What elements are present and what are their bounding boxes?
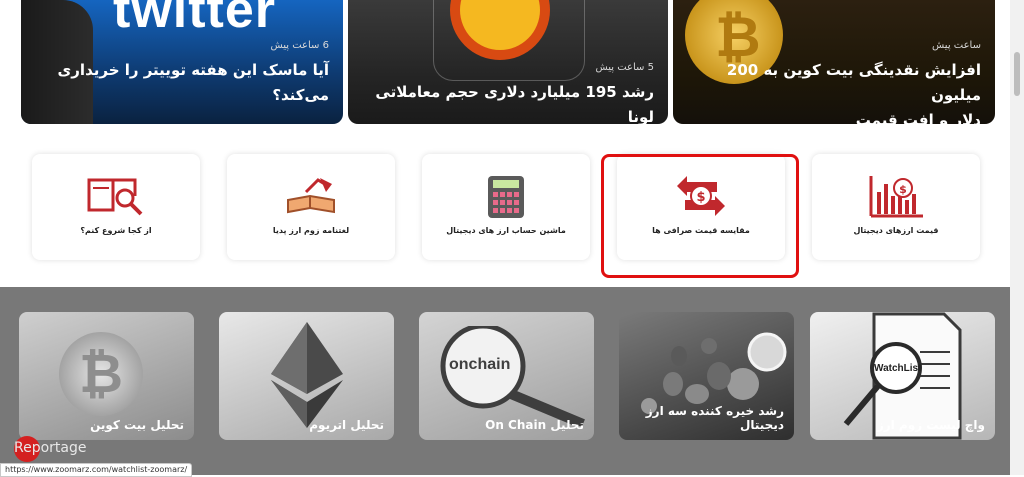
news-title: رشد 195 میلیارد دلاری حجم معاملاتی لونا <box>375 83 654 124</box>
analysis-label: تحلیل اتریوم <box>309 418 384 432</box>
analysis-card-onchain[interactable]: onchain تحلیل On Chain <box>419 312 594 440</box>
page-scrollbar[interactable] <box>1010 0 1024 475</box>
highlight-box <box>601 154 799 278</box>
analysis-label: رشد خیره کننده سه ارز دیجیتال <box>645 404 784 432</box>
scrollbar-thumb[interactable] <box>1014 52 1020 96</box>
analysis-label: واچ لیست زوم ارز <box>876 418 985 432</box>
svg-text:$: $ <box>899 183 907 196</box>
news-card-twitter[interactable]: twitter 6 ساعت پیش آیا ماسک این هفته توی… <box>21 0 343 124</box>
bitcoin-icon: ₿ <box>59 332 143 416</box>
glass-jar <box>433 0 585 81</box>
tool-card-calculator[interactable]: ماشین حساب ارز های دیجیتال <box>422 154 590 260</box>
analysis-label: تحلیل On Chain <box>485 418 584 432</box>
book-search-icon <box>85 174 147 220</box>
tool-label: ماشین حساب ارز های دیجیتال <box>446 226 566 235</box>
analysis-label: تحلیل بیت کوین <box>90 418 184 432</box>
price-chart-icon: $ <box>867 174 925 224</box>
analysis-card-bitcoin[interactable]: ₿ تحلیل بیت کوین <box>19 312 194 440</box>
tools-row: از کجا شروع کنم؟ لغتنامه زوم ارز پدیا ما… <box>0 140 1010 288</box>
tool-label: از کجا شروع کنم؟ <box>80 226 152 235</box>
tool-label: قیمت ارزهای دیجیتال <box>853 226 939 235</box>
calculator-icon <box>486 174 526 224</box>
tool-card-glossary[interactable]: لغتنامه زوم ارز پدیا <box>227 154 395 260</box>
twitter-background-word: twitter <box>113 0 276 39</box>
news-row: twitter 6 ساعت پیش آیا ماسک این هفته توی… <box>0 0 1010 132</box>
reportage-link[interactable]: Reportage <box>14 440 87 456</box>
lamp-book-icon <box>280 174 342 220</box>
analysis-card-ethereum[interactable]: تحلیل اتریوم <box>219 312 394 440</box>
ethereum-icon <box>267 318 347 434</box>
news-card-bitcoin[interactable]: ₿ ساعت پیش افزایش نقدینگی بیت کوین به 20… <box>673 0 995 124</box>
tool-label: لغتنامه زوم ارز پدیا <box>272 226 350 235</box>
watchlist-art-text: WatchList <box>874 363 922 374</box>
news-title: آیا ماسک این هفته توییتر را خریداری می‌ک… <box>57 61 329 104</box>
news-title: افزایش نقدینگی بیت کوین به 200 میلیون دل… <box>726 61 981 124</box>
news-card-luna[interactable]: 5 ساعت پیش رشد 195 میلیارد دلاری حجم معا… <box>348 0 668 124</box>
tool-card-where-to-start[interactable]: از کجا شروع کنم؟ <box>32 154 200 260</box>
analysis-card-three-coins[interactable]: رشد خیره کننده سه ارز دیجیتال <box>619 312 794 440</box>
news-time: 6 ساعت پیش <box>270 40 330 51</box>
tool-card-crypto-prices[interactable]: $ قیمت ارزهای دیجیتال <box>812 154 980 260</box>
news-time: ساعت پیش <box>932 40 981 51</box>
onchain-magnifier-icon <box>437 323 587 430</box>
news-time: 5 ساعت پیش <box>595 62 655 73</box>
onchain-art-text: onchain <box>449 356 511 373</box>
analysis-card-watchlist[interactable]: WatchList واچ لیست زوم ارز <box>810 312 995 440</box>
